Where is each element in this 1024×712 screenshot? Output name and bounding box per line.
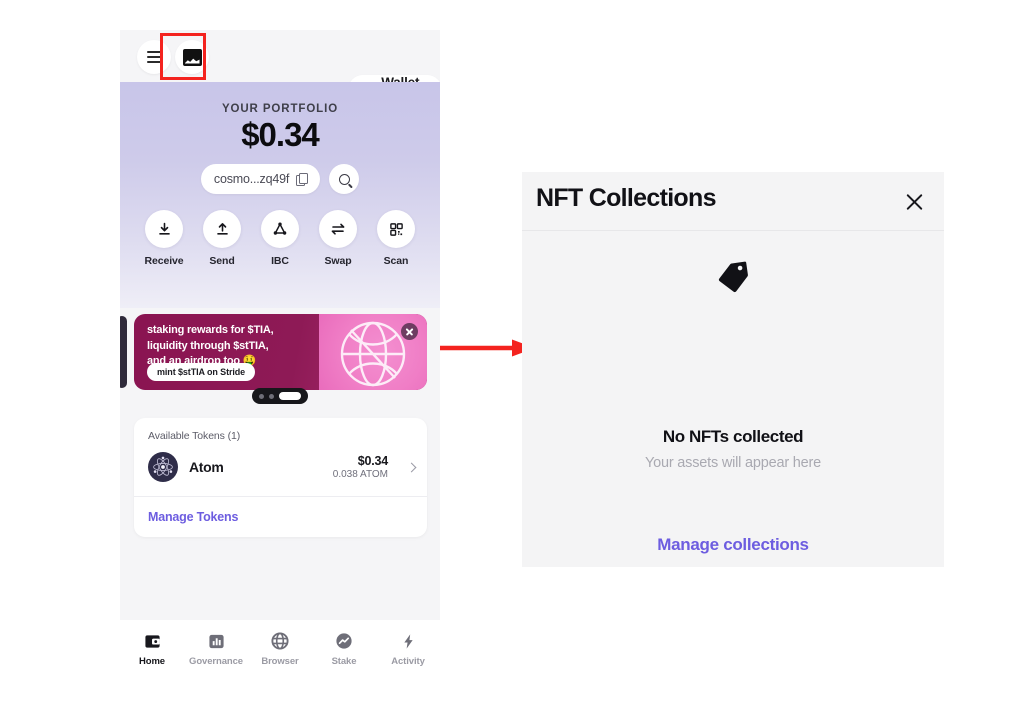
- copy-address-button[interactable]: cosmo...zq49f: [200, 164, 321, 194]
- nav-label: Activity: [391, 655, 425, 667]
- empty-state-subtitle: Your assets will appear here: [644, 455, 822, 471]
- wallet-app-phone: 💚 Wallet 1 YOUR PORTFOLIO $0.34: [120, 30, 440, 675]
- manage-collections-link[interactable]: Manage collections: [522, 535, 944, 555]
- action-send[interactable]: Send: [200, 210, 244, 267]
- promo-banner[interactable]: staking rewards for $TIA, liquidity thro…: [134, 314, 427, 390]
- banner-line-2: liquidity through $stTIA,: [147, 339, 269, 352]
- banner-cta-button[interactable]: mint $stTIA on Stride: [147, 363, 256, 381]
- carousel-dot-active[interactable]: [279, 392, 301, 400]
- close-icon[interactable]: [904, 191, 926, 213]
- action-label: Swap: [324, 255, 352, 267]
- wallet-address-label: cosmo...zq49f: [213, 172, 290, 186]
- nav-item-stake[interactable]: Stake: [315, 632, 373, 667]
- search-icon: [338, 173, 350, 185]
- action-ibc[interactable]: IBC: [258, 210, 302, 267]
- empty-state-title: No NFTs collected: [662, 427, 804, 446]
- quick-actions: Receive Send IBC Swap Scan: [120, 210, 440, 267]
- carousel-dot[interactable]: [269, 393, 274, 399]
- lightning-bolt-icon: [403, 633, 413, 649]
- nft-panel-header: NFT Collections: [522, 172, 944, 231]
- carousel-dot[interactable]: [259, 393, 264, 399]
- banner-line-1: staking rewards for $TIA,: [147, 324, 274, 336]
- swap-arrows-icon: [331, 223, 345, 235]
- qr-scan-icon: [389, 222, 403, 236]
- nav-label: Governance: [189, 655, 243, 667]
- portfolio-amount: $0.34: [241, 116, 320, 153]
- globe-icon: [271, 632, 289, 650]
- carousel-indicator[interactable]: [252, 388, 308, 404]
- available-tokens-header: Available Tokens (1): [148, 430, 241, 442]
- bar-chart-icon: [208, 634, 224, 648]
- nft-collections-panel: NFT Collections No NFTs collected Your a…: [522, 172, 944, 567]
- nav-label: Stake: [331, 656, 357, 667]
- portfolio-section: YOUR PORTFOLIO $0.34 cosmo...zq49f Recei…: [120, 82, 440, 308]
- token-amount: 0.038 ATOM: [332, 469, 388, 480]
- nav-label: Browser: [261, 656, 299, 667]
- ibc-triangle-icon: [273, 222, 287, 235]
- bottom-navigation: Home Governance Browser Stake Activity: [120, 620, 440, 675]
- chevron-right-icon: [406, 462, 417, 472]
- action-label: IBC: [271, 255, 289, 267]
- nav-label: Home: [139, 655, 165, 667]
- promo-banner-carousel: staking rewards for $TIA, liquidity thro…: [120, 308, 440, 408]
- nav-item-home[interactable]: Home: [123, 633, 181, 667]
- price-tag-icon: [718, 261, 748, 293]
- nav-item-governance[interactable]: Governance: [187, 633, 245, 667]
- action-label: Receive: [144, 255, 184, 267]
- action-scan[interactable]: Scan: [374, 210, 418, 267]
- copy-icon: [296, 173, 309, 186]
- download-arrow-icon: [158, 222, 170, 235]
- wallet-icon: [144, 634, 160, 648]
- token-name: Atom: [189, 459, 224, 475]
- banner-close-button[interactable]: [401, 323, 418, 340]
- action-receive[interactable]: Receive: [142, 210, 186, 267]
- screenshot-root: 💚 Wallet 1 YOUR PORTFOLIO $0.34: [0, 0, 1024, 712]
- available-tokens-card: Available Tokens (1) Atom $0.34 0.038 AT…: [134, 418, 427, 537]
- carousel-previous-card[interactable]: [120, 316, 127, 388]
- address-row: cosmo...zq49f: [120, 164, 440, 194]
- nav-item-activity[interactable]: Activity: [379, 633, 437, 667]
- token-values: $0.34 0.038 ATOM: [333, 454, 388, 480]
- action-label: Send: [209, 255, 235, 267]
- atom-token-icon: [148, 452, 178, 482]
- action-swap[interactable]: Swap: [316, 210, 360, 267]
- nav-item-browser[interactable]: Browser: [251, 632, 309, 667]
- upload-arrow-icon: [216, 222, 228, 235]
- token-usd-value: $0.34: [357, 454, 388, 468]
- search-button[interactable]: [329, 164, 360, 194]
- annotation-highlight-box: [160, 33, 206, 80]
- nft-panel-body: No NFTs collected Your assets will appea…: [522, 231, 944, 567]
- stake-chart-icon: [336, 633, 352, 649]
- page-title: NFT Collections: [536, 184, 716, 212]
- manage-tokens-link[interactable]: Manage Tokens: [134, 497, 427, 537]
- portfolio-label: YOUR PORTFOLIO: [221, 103, 339, 115]
- table-row[interactable]: Atom $0.34 0.038 ATOM: [134, 449, 427, 496]
- action-label: Scan: [383, 255, 409, 267]
